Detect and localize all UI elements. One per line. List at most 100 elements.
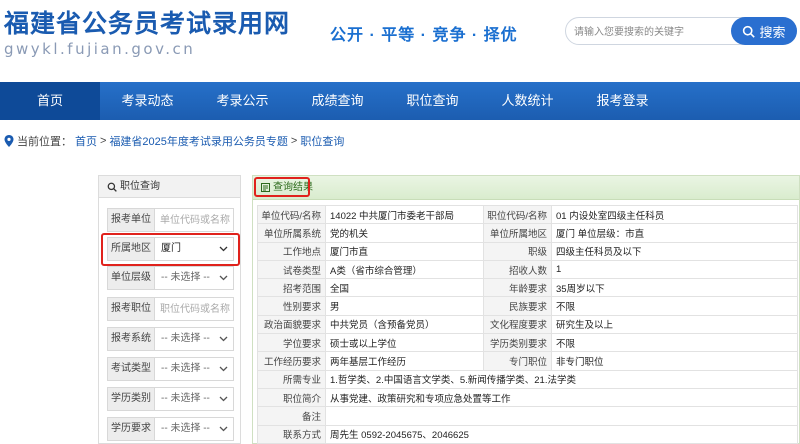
filter-label: 单位层级 [107, 266, 155, 290]
result-field-value [325, 406, 798, 426]
result-field-value: 1 [551, 259, 798, 280]
result-field-value: 不限 [551, 296, 798, 316]
breadcrumb-home[interactable]: 首页 [75, 133, 97, 149]
chevron-down-icon [219, 426, 228, 432]
result-field-value: 两年基层工作经历 [325, 351, 484, 371]
edu-requirement-select-value: -- 未选择 -- [161, 423, 210, 434]
result-field-value: 从事党建、政策研究和专项应急处置等工作 [325, 387, 798, 408]
chevron-down-icon [219, 336, 228, 342]
result-field-value: 党的机关 [325, 223, 484, 243]
result-field-value: 01 内设处室四级主任科员 [551, 204, 798, 225]
level-select[interactable]: -- 未选择 -- [155, 266, 234, 290]
site-header: 福建省公务员考试录用网 gwykl.fujian.gov.cn 公开 · 平等 … [0, 0, 800, 82]
nav-item-statistics[interactable]: 人数统计 [480, 82, 575, 120]
result-field-label: 学历类别要求 [483, 333, 552, 353]
system-select-value: -- 未选择 -- [161, 333, 210, 344]
nav-item-scores[interactable]: 成绩查询 [290, 82, 385, 120]
filter-row-unit: 报考单位 [107, 208, 234, 232]
result-field-label: 工作地点 [257, 241, 326, 261]
result-field-label: 工作经历要求 [257, 351, 326, 371]
system-select[interactable]: -- 未选择 -- [155, 327, 234, 351]
result-field-value: 厦门市直 [325, 241, 484, 261]
result-field-value: 硕士或以上学位 [325, 333, 484, 353]
breadcrumb-separator: > [100, 135, 107, 147]
result-field-label: 职位代码/名称 [483, 204, 552, 225]
search-input[interactable] [574, 22, 724, 42]
result-field-label: 性别要求 [257, 296, 326, 316]
filter-label: 报考单位 [107, 208, 155, 232]
result-field-label: 招考范围 [257, 278, 326, 298]
result-field-value: 研究生及以上 [551, 314, 798, 335]
search-icon [107, 182, 117, 192]
nav-item-notices[interactable]: 考录公示 [195, 82, 290, 120]
level-select-value: -- 未选择 -- [161, 272, 210, 283]
result-field-value: A类（省市综合管理） [325, 259, 484, 280]
highlight-region-box [101, 233, 240, 266]
result-field-label: 专门职位 [483, 351, 552, 371]
result-panel-header: 查询结果 [253, 176, 799, 200]
table-row: 联系方式 周先生 0592-2045675、2046625 [257, 424, 798, 444]
filter-row-edu-category: 学历类别 -- 未选择 -- [107, 387, 234, 411]
filter-label: 学历要求 [107, 417, 155, 441]
location-pin-icon [4, 135, 14, 147]
filter-label: 学历类别 [107, 387, 155, 411]
nav-item-home[interactable]: 首页 [0, 82, 100, 120]
exam-type-select-value: -- 未选择 -- [161, 363, 210, 374]
breadcrumb-topic[interactable]: 福建省2025年度考试录用公务员专题 [109, 133, 287, 149]
breadcrumb-current[interactable]: 职位查询 [300, 133, 344, 149]
search-button[interactable]: 搜索 [731, 17, 797, 45]
filter-label: 报考系统 [107, 327, 155, 351]
result-field-value: 周先生 0592-2045675、2046625 [325, 424, 798, 444]
result-field-value: 不限 [551, 333, 798, 353]
result-field-label: 单位代码/名称 [257, 204, 326, 225]
table-row: 职位简介 从事党建、政策研究和专项应急处置等工作 [257, 387, 798, 408]
nav-item-news[interactable]: 考录动态 [100, 82, 195, 120]
result-field-value: 非专门职位 [551, 351, 798, 371]
breadcrumb-separator: > [290, 135, 298, 147]
table-row: 备注 [257, 406, 798, 426]
position-filter-panel: 职位查询 报考单位 所属地区 厦门 单位层级 -- 未选择 -- 报考职位 报考… [98, 175, 241, 444]
result-field-label: 所需专业 [257, 369, 326, 389]
exam-type-select[interactable]: -- 未选择 -- [155, 357, 234, 381]
search-icon [743, 25, 756, 38]
unit-input[interactable] [155, 208, 234, 232]
result-field-value: 全国 [325, 278, 484, 298]
nav-item-positions[interactable]: 职位查询 [385, 82, 480, 120]
table-row: 性别要求男民族要求 不限 [257, 296, 798, 316]
table-row: 工作地点 厦门市直 职级 四级主任科员及以下 [257, 241, 798, 261]
result-field-value: 厦门 单位层级：市直 [551, 223, 798, 243]
result-field-value: 中共党员（含预备党员） [325, 314, 484, 335]
result-field-label: 学位要求 [257, 333, 326, 353]
position-input[interactable] [155, 297, 234, 321]
filter-label: 报考职位 [107, 297, 155, 321]
result-field-label: 文化程度要求 [483, 314, 552, 335]
search-button-label: 搜索 [759, 24, 786, 40]
result-field-label: 职位简介 [257, 387, 326, 408]
result-table: 单位代码/名称 14022 中共厦门市委老干部局 职位代码/名称 01 内设处室四级主… [257, 204, 798, 444]
filter-row-position: 报考职位 [107, 297, 234, 321]
search-box: 搜索 [565, 17, 797, 45]
nav-item-login[interactable]: 报考登录 [575, 82, 670, 120]
breadcrumb-prefix: 当前位置： [17, 136, 72, 148]
result-field-value: 1.哲学类、2.中国语言文学类、5.新闻传播学类、21.法学类 [325, 369, 798, 389]
table-row: 所需专业 1.哲学类、2.中国语言文学类、5.新闻传播学类、21.法学类 [257, 369, 798, 389]
site-title[interactable]: 福建省公务员考试录用网 [4, 4, 290, 40]
highlight-result-title [254, 177, 310, 197]
filter-panel-title: 职位查询 [120, 180, 160, 192]
result-field-label: 政治面貌要求 [257, 314, 326, 335]
table-row: 招考范围 全国 年龄要求 35周岁以下 [257, 278, 798, 298]
filter-row-exam-type: 考试类型 -- 未选择 -- [107, 357, 234, 381]
filter-row-level: 单位层级 -- 未选择 -- [107, 266, 234, 290]
chevron-down-icon [219, 366, 228, 372]
chevron-down-icon [219, 275, 228, 281]
result-field-value: 四级主任科员及以下 [551, 241, 798, 261]
site-slogan: 公开 · 平等 · 竞争 · 择优 [330, 27, 518, 44]
main-nav: 首页 考录动态 考录公示 成绩查询 职位查询 人数统计 报考登录 [0, 82, 800, 120]
filter-panel-header: 职位查询 [99, 176, 240, 198]
edu-category-select[interactable]: -- 未选择 -- [155, 387, 234, 411]
edu-requirement-select[interactable]: -- 未选择 -- [155, 417, 234, 441]
table-row: 单位所属系统 党的机关 单位所属地区 厦门 单位层级：市直 [257, 223, 798, 243]
table-row: 试卷类型 A类（省市综合管理） 招收人数 1 [257, 259, 798, 280]
table-row: 工作经历要求 两年基层工作经历 专门职位 非专门职位 [257, 351, 798, 371]
filter-row-edu-requirement: 学历要求 -- 未选择 -- [107, 417, 234, 441]
